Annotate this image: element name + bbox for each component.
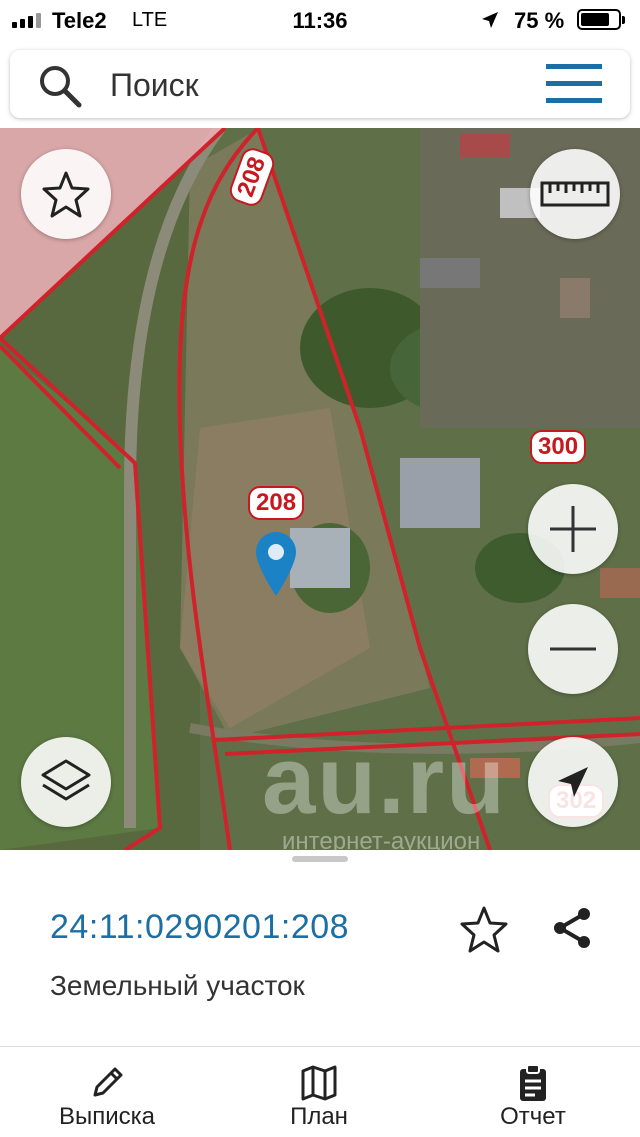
watermark-subtitle: интернет-аукцион [282,828,481,850]
cadastral-number: 24:11:0290201:208 [50,908,350,946]
layers-button[interactable] [21,737,111,827]
location-arrow-icon [480,10,500,36]
my-location-button[interactable] [528,737,618,827]
search-input[interactable]: Поиск [110,67,199,104]
tab-report[interactable]: Отчет [456,1047,610,1137]
search-bar[interactable]: Поиск [10,50,630,118]
watermark: au.ru [262,727,507,834]
star-icon[interactable] [456,902,512,963]
satellite-map[interactable]: 208 208 300 302 au.ru интернет-аукцион [0,128,640,850]
tab-label: Отчет [500,1103,566,1130]
search-icon[interactable] [36,62,84,115]
parcel-label: 208 [248,486,305,520]
hamburger-menu-icon[interactable] [546,64,602,109]
battery-icon [577,9,625,30]
tab-label: План [290,1103,348,1130]
property-type: Земельный участок [50,970,305,1001]
battery-percent: 75 % [514,8,565,33]
zoom-out-button[interactable] [528,604,618,694]
ruler-button[interactable] [530,149,620,239]
zoom-in-button[interactable] [528,484,618,574]
favorite-map-button[interactable] [21,149,111,239]
parcel-details-sheet[interactable]: 24:11:0290201:208 Земельный участок [0,850,640,1046]
share-icon[interactable] [548,904,596,957]
bottom-tab-bar: Выписка План Отчет [0,1046,640,1137]
drag-handle[interactable] [292,856,348,862]
tab-extract[interactable]: Выписка [30,1047,184,1137]
location-pin-icon[interactable] [256,532,296,601]
tab-plan[interactable]: План [242,1047,396,1137]
tab-label: Выписка [58,1103,156,1130]
status-bar: Tele2 LTE 11:36 75 % [0,0,640,40]
parcel-label: 300 [530,430,587,464]
